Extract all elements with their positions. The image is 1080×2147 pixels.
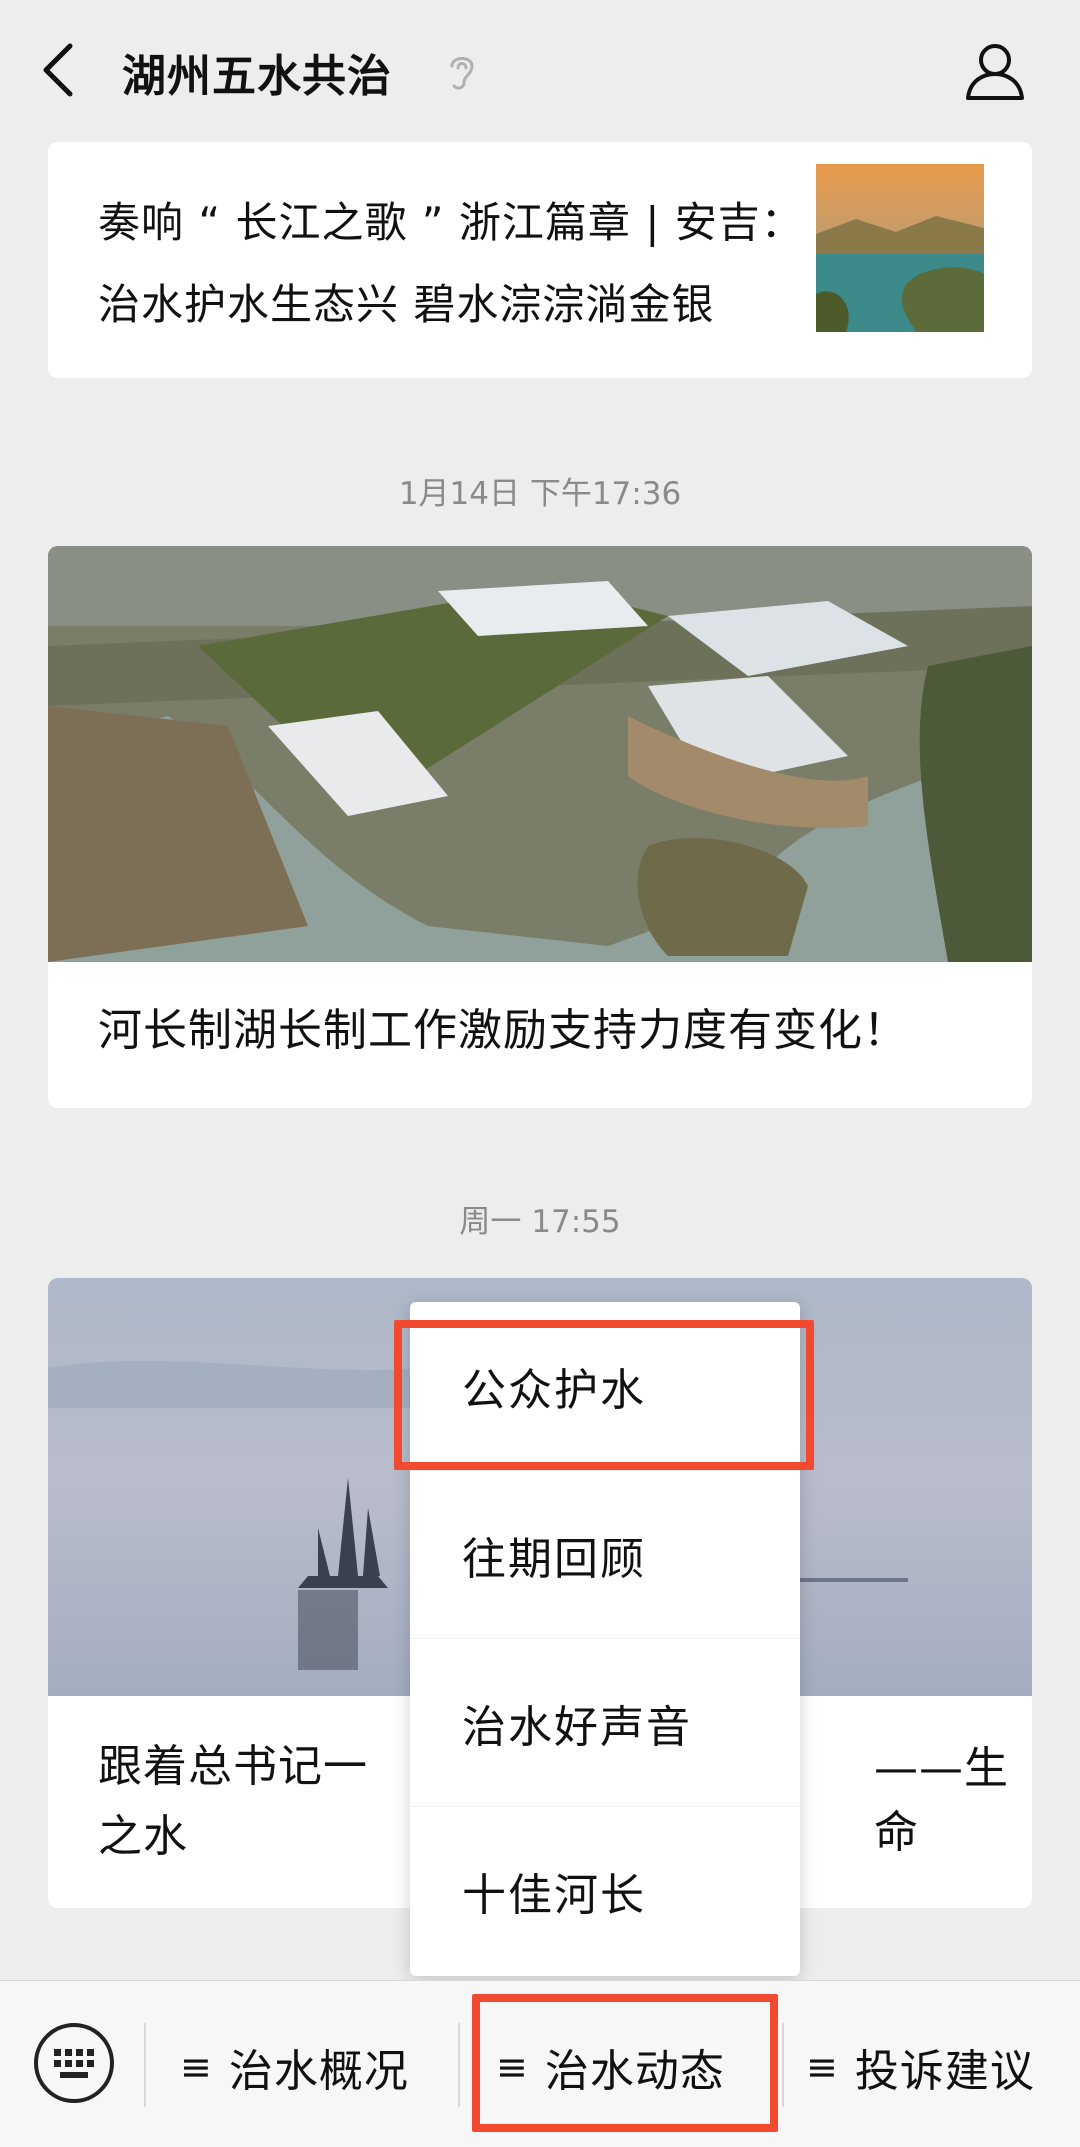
divider (144, 2023, 146, 2107)
menu-overview-button[interactable]: ≡ 治水概况 (180, 2027, 409, 2107)
menu-lines-icon: ≡ (806, 2045, 839, 2089)
article-title-line2: 之水 (98, 1811, 188, 1862)
menu-label: 治水动态 (544, 2046, 725, 2097)
submenu-item-public-protect[interactable]: 公众护水 (410, 1302, 800, 1470)
timestamp: 周一 17:55 (459, 1204, 621, 1240)
submenu-item-top-river-chiefs[interactable]: 十佳河长 (410, 1806, 800, 1974)
menu-lines-icon: ≡ (180, 2045, 213, 2089)
article-title: 跟着总书记一 (98, 1741, 368, 1792)
menu-complaint-button[interactable]: ≡ 投诉建议 (806, 2027, 1035, 2107)
article-card[interactable]: 奏响 “ 长江之歌 ” 浙江篇章 | 安吉：治水护水生态兴 碧水淙淙淌金银 (48, 142, 1032, 378)
article-hero-image (48, 546, 1032, 962)
keyboard-icon[interactable] (30, 2019, 118, 2107)
menu-label: 投诉建议 (854, 2046, 1035, 2097)
article-card[interactable]: 河长制湖长制工作激励支持力度有变化！ (48, 546, 1032, 1108)
submenu-item-review[interactable]: 往期回顾 (410, 1470, 800, 1638)
ear-icon (450, 57, 474, 90)
submenu-popup: 公众护水 往期回顾 治水好声音 十佳河长 (410, 1302, 800, 1976)
divider (458, 2023, 460, 2107)
back-arrow-icon[interactable] (36, 38, 86, 102)
page-title: 湖州五水共治 (122, 51, 392, 102)
article-title: 奏响 “ 长江之歌 ” 浙江篇章 | 安吉：治水护水生态兴 碧水淙淙淌金银 (98, 198, 804, 329)
bottom-menu-bar: ≡ 治水概况 ≡ 治水动态 ≡ 投诉建议 (0, 1980, 1080, 2147)
menu-news-button[interactable]: ≡ 治水动态 (496, 2027, 725, 2107)
profile-icon[interactable] (960, 36, 1030, 106)
menu-label: 治水概况 (228, 2046, 409, 2097)
article-thumbnail (816, 164, 984, 332)
header: 湖州五水共治 (0, 0, 1080, 140)
menu-lines-icon: ≡ (496, 2045, 529, 2089)
article-title: 河长制湖长制工作激励支持力度有变化！ (98, 1005, 908, 1056)
timestamp: 1月14日 下午17:36 (398, 476, 682, 512)
article-title-tail: ——生命 (874, 1743, 1009, 1858)
divider (782, 2023, 784, 2107)
submenu-item-good-voice[interactable]: 治水好声音 (410, 1638, 800, 1806)
